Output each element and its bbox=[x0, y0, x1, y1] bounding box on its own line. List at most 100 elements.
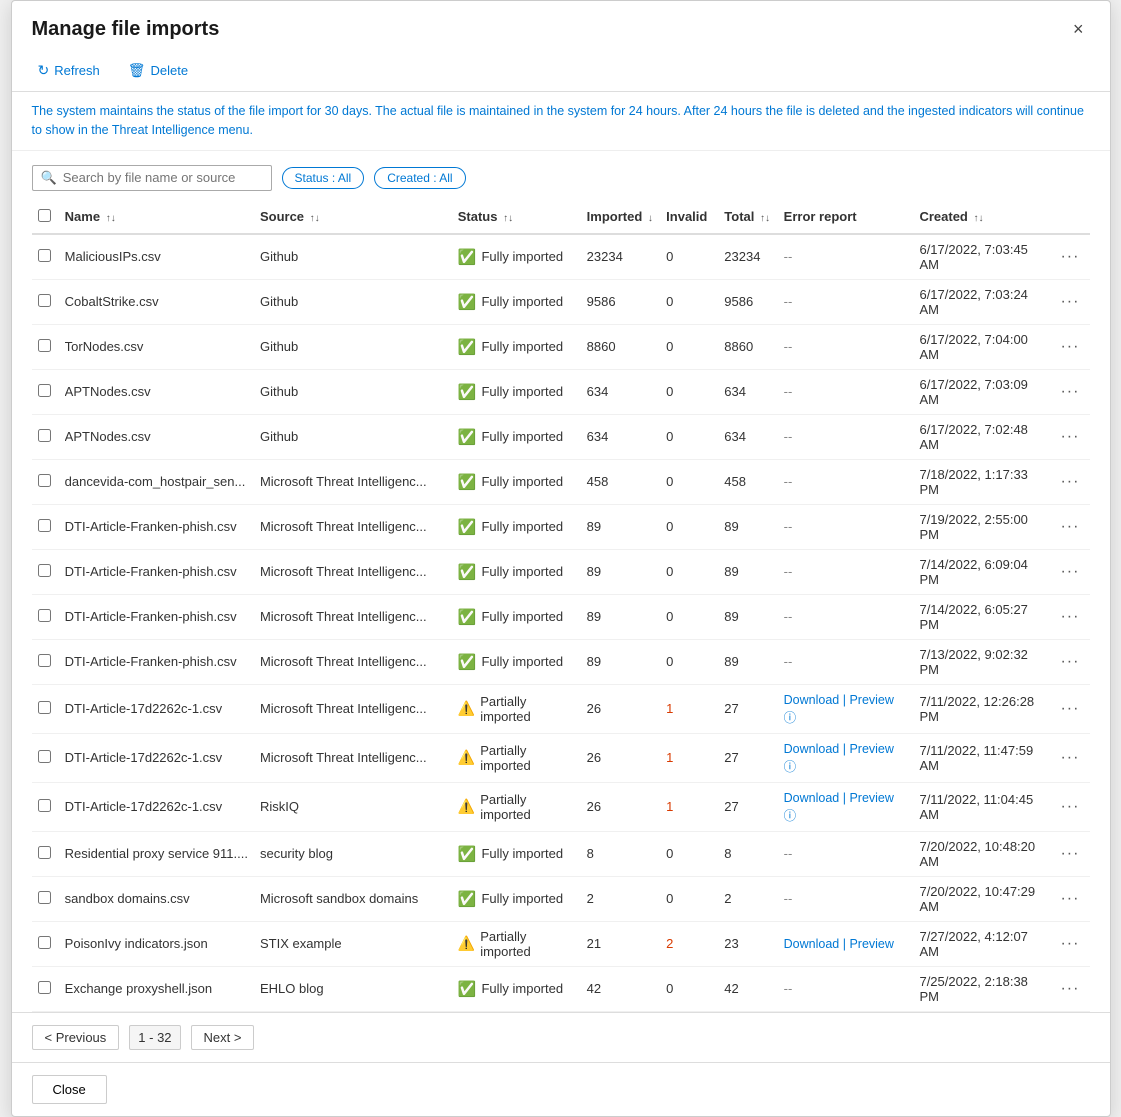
row-imported: 2 bbox=[581, 876, 661, 921]
row-checkbox-cell bbox=[32, 549, 59, 594]
row-source: security blog bbox=[254, 831, 452, 876]
row-checkbox[interactable] bbox=[38, 519, 51, 532]
header-created[interactable]: Created ↑↓ bbox=[913, 201, 1050, 234]
status-full-icon: ✅ bbox=[458, 890, 477, 908]
row-checkbox[interactable] bbox=[38, 384, 51, 397]
row-invalid: 0 bbox=[660, 369, 718, 414]
status-sort-icon: ↑↓ bbox=[503, 213, 513, 224]
table-row: DTI-Article-Franken-phish.csv Microsoft … bbox=[32, 549, 1090, 594]
refresh-button[interactable]: ↻ Refresh bbox=[32, 58, 106, 83]
row-context-menu-button[interactable]: ··· bbox=[1056, 698, 1083, 720]
row-total: 634 bbox=[718, 369, 777, 414]
status-full-icon: ✅ bbox=[458, 518, 477, 536]
row-checkbox[interactable] bbox=[38, 294, 51, 307]
row-checkbox[interactable] bbox=[38, 701, 51, 714]
row-total: 9586 bbox=[718, 279, 777, 324]
created-sort-icon: ↑↓ bbox=[974, 213, 984, 224]
row-invalid: 1 bbox=[660, 733, 718, 782]
row-error-report[interactable]: Download | Preview bbox=[778, 921, 914, 966]
search-box[interactable]: 🔍 bbox=[32, 165, 272, 191]
previous-button[interactable]: < Previous bbox=[32, 1025, 120, 1050]
row-imported: 8860 bbox=[581, 324, 661, 369]
header-source[interactable]: Source ↑↓ bbox=[254, 201, 452, 234]
row-checkbox[interactable] bbox=[38, 799, 51, 812]
row-context-menu-button[interactable]: ··· bbox=[1056, 291, 1083, 313]
row-context-menu-button[interactable]: ··· bbox=[1056, 843, 1083, 865]
delete-button[interactable]: 🗑 Delete bbox=[122, 58, 194, 83]
search-input[interactable] bbox=[63, 170, 263, 185]
row-context-menu-button[interactable]: ··· bbox=[1056, 796, 1083, 818]
row-actions: ··· bbox=[1050, 504, 1089, 549]
status-label: Fully imported bbox=[481, 429, 563, 444]
row-context-menu-button[interactable]: ··· bbox=[1056, 888, 1083, 910]
row-name: TorNodes.csv bbox=[59, 324, 254, 369]
error-report-link[interactable]: Download | Preview bbox=[784, 937, 894, 951]
row-checkbox[interactable] bbox=[38, 846, 51, 859]
row-actions: ··· bbox=[1050, 782, 1089, 831]
table-row: DTI-Article-17d2262c-1.csv Microsoft Thr… bbox=[32, 733, 1090, 782]
status-full-icon: ✅ bbox=[458, 428, 477, 446]
status-full-icon: ✅ bbox=[458, 338, 477, 356]
header-invalid[interactable]: Invalid bbox=[660, 201, 718, 234]
next-button[interactable]: Next > bbox=[191, 1025, 255, 1050]
dialog-title: Manage file imports bbox=[32, 18, 220, 41]
error-report-link[interactable]: Download | Preview ⓘ bbox=[784, 742, 894, 774]
row-context-menu-button[interactable]: ··· bbox=[1056, 978, 1083, 1000]
row-checkbox-cell bbox=[32, 369, 59, 414]
status-filter-badge[interactable]: Status : All bbox=[282, 167, 365, 189]
row-checkbox[interactable] bbox=[38, 249, 51, 262]
row-created: 7/19/2022, 2:55:00 PM bbox=[913, 504, 1050, 549]
row-context-menu-button[interactable]: ··· bbox=[1056, 246, 1083, 268]
error-report-link[interactable]: Download | Preview ⓘ bbox=[784, 791, 894, 823]
close-icon-button[interactable]: × bbox=[1067, 17, 1090, 42]
row-checkbox[interactable] bbox=[38, 429, 51, 442]
dialog-footer: Close bbox=[12, 1062, 1110, 1116]
row-context-menu-button[interactable]: ··· bbox=[1056, 933, 1083, 955]
error-report-link[interactable]: Download | Preview ⓘ bbox=[784, 693, 894, 725]
row-context-menu-button[interactable]: ··· bbox=[1056, 381, 1083, 403]
row-checkbox[interactable] bbox=[38, 609, 51, 622]
error-dash: -- bbox=[784, 519, 793, 534]
select-all-checkbox[interactable] bbox=[38, 209, 51, 222]
row-context-menu-button[interactable]: ··· bbox=[1056, 471, 1083, 493]
row-created: 7/11/2022, 12:26:28 PM bbox=[913, 684, 1050, 733]
status-full-icon: ✅ bbox=[458, 473, 477, 491]
row-imported: 89 bbox=[581, 639, 661, 684]
row-context-menu-button[interactable]: ··· bbox=[1056, 561, 1083, 583]
row-checkbox[interactable] bbox=[38, 750, 51, 763]
row-context-menu-button[interactable]: ··· bbox=[1056, 426, 1083, 448]
header-total[interactable]: Total ↑↓ bbox=[718, 201, 777, 234]
close-footer-button[interactable]: Close bbox=[32, 1075, 107, 1104]
header-checkbox-col bbox=[32, 201, 59, 234]
header-name[interactable]: Name ↑↓ bbox=[59, 201, 254, 234]
created-filter-badge[interactable]: Created : All bbox=[374, 167, 465, 189]
status-label: Fully imported bbox=[481, 384, 563, 399]
toolbar: ↻ Refresh 🗑 Delete bbox=[12, 52, 1110, 92]
row-context-menu-button[interactable]: ··· bbox=[1056, 516, 1083, 538]
row-error-report[interactable]: Download | Preview ⓘ bbox=[778, 782, 914, 831]
row-checkbox[interactable] bbox=[38, 339, 51, 352]
header-status[interactable]: Status ↑↓ bbox=[452, 201, 581, 234]
row-checkbox[interactable] bbox=[38, 564, 51, 577]
row-created: 7/13/2022, 9:02:32 PM bbox=[913, 639, 1050, 684]
row-context-menu-button[interactable]: ··· bbox=[1056, 336, 1083, 358]
row-checkbox[interactable] bbox=[38, 891, 51, 904]
row-checkbox-cell bbox=[32, 733, 59, 782]
status-full-icon: ✅ bbox=[458, 653, 477, 671]
row-checkbox[interactable] bbox=[38, 654, 51, 667]
header-imported[interactable]: Imported ↓ bbox=[581, 201, 661, 234]
row-total: 2 bbox=[718, 876, 777, 921]
row-actions: ··· bbox=[1050, 966, 1089, 1011]
row-error-report[interactable]: Download | Preview ⓘ bbox=[778, 684, 914, 733]
row-context-menu-button[interactable]: ··· bbox=[1056, 651, 1083, 673]
row-checkbox[interactable] bbox=[38, 474, 51, 487]
row-context-menu-button[interactable]: ··· bbox=[1056, 606, 1083, 628]
row-checkbox[interactable] bbox=[38, 981, 51, 994]
row-error-report[interactable]: Download | Preview ⓘ bbox=[778, 733, 914, 782]
error-dash: -- bbox=[784, 891, 793, 906]
error-dash: -- bbox=[784, 654, 793, 669]
row-name: Residential proxy service 911.... bbox=[59, 831, 254, 876]
row-name: DTI-Article-Franken-phish.csv bbox=[59, 594, 254, 639]
row-context-menu-button[interactable]: ··· bbox=[1056, 747, 1083, 769]
row-checkbox[interactable] bbox=[38, 936, 51, 949]
